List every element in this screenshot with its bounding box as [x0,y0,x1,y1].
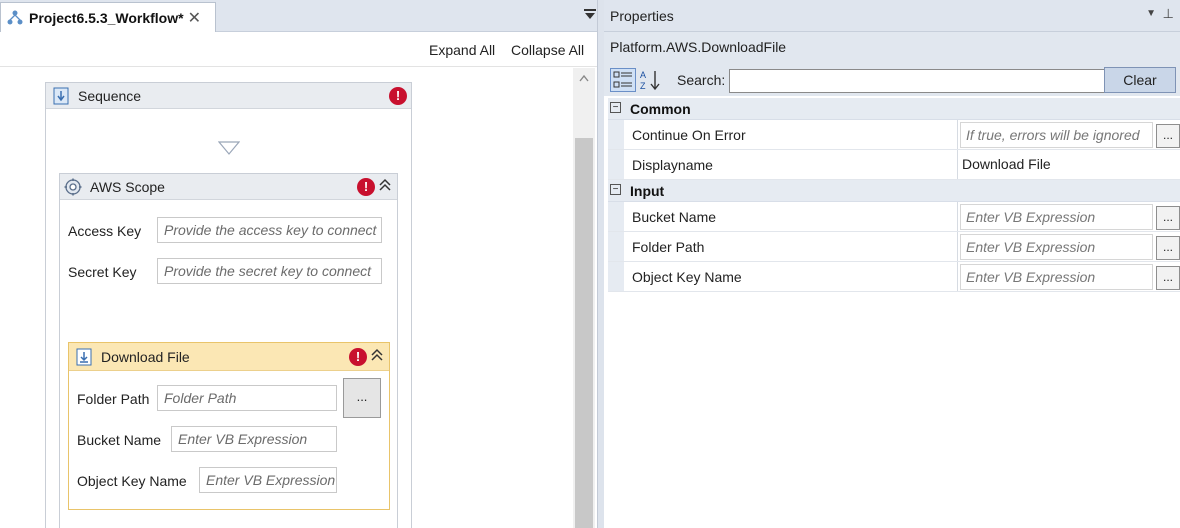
search-label: Search: [677,72,726,88]
property-row-displayname[interactable]: Displayname Download File [608,150,1180,180]
designer-toolbar: Expand All Collapse All [0,33,604,67]
property-row-folder-path[interactable]: Folder Path Enter VB Expression ... [608,232,1180,262]
pane-splitter[interactable] [597,0,604,528]
collapse-icon[interactable] [369,347,385,366]
tab-project-workflow[interactable]: Project6.5.3_Workflow* ✕ [0,2,216,32]
row-gutter [608,120,624,149]
column-divider[interactable] [957,262,958,291]
column-divider[interactable] [957,232,958,261]
access-key-label: Access Key [68,223,142,239]
column-divider[interactable] [957,120,958,149]
bucket-name-input[interactable]: Enter VB Expression [171,426,337,452]
error-icon[interactable]: ! [349,348,367,366]
category-label: Input [630,183,665,199]
tab-overflow-menu-icon[interactable] [584,8,596,20]
sequence-header[interactable]: Sequence ! [46,83,411,109]
alphabetical-sort-button[interactable]: A Z [638,68,664,92]
expression-editor-button[interactable]: ... [1156,124,1180,148]
selected-type-bar: Platform.AWS.DownloadFile [604,32,1180,64]
download-file-header[interactable]: Download File ! [69,343,389,371]
error-icon[interactable]: ! [389,87,407,105]
row-gutter [608,202,624,231]
collapse-category-icon[interactable]: − [610,102,621,113]
sequence-icon [53,87,69,104]
property-name: Displayname [632,157,713,173]
secret-key-label: Secret Key [68,264,137,280]
document-tabstrip: Project6.5.3_Workflow* ✕ [0,0,604,32]
panel-menu-icon[interactable]: ▼ [1146,8,1156,19]
search-input[interactable] [729,69,1105,93]
property-name: Folder Path [632,239,705,255]
drop-target-arrow-icon[interactable] [218,141,240,155]
property-row-bucket-name[interactable]: Bucket Name Enter VB Expression ... [608,202,1180,232]
column-divider[interactable] [957,150,958,179]
scroll-up-icon[interactable] [573,68,595,88]
svg-text:A: A [640,70,646,80]
object-key-name-label: Object Key Name [77,473,187,489]
workflow-designer: Project6.5.3_Workflow* ✕ Expand All Coll… [0,0,604,528]
folder-path-input[interactable]: Folder Path [157,385,337,411]
collapse-icon[interactable] [377,177,393,196]
clear-button[interactable]: Clear [1104,67,1176,93]
property-grid: − Common Continue On Error If true, erro… [608,98,1180,292]
aws-scope-activity[interactable]: AWS Scope ! Access Key Provide the acces… [59,173,398,528]
properties-search-bar: A Z Search: Clear [604,64,1180,96]
aws-scope-title: AWS Scope [90,178,165,195]
selected-activity-type: Platform.AWS.DownloadFile [610,39,787,55]
properties-title-bar: Properties ▼ ⊥ [604,0,1180,32]
category-input[interactable]: − Input [608,180,1180,202]
object-key-name-input[interactable]: Enter VB Expression [960,264,1153,290]
scrollbar-thumb[interactable] [575,138,593,528]
download-file-title: Download File [101,348,190,365]
row-gutter [608,150,624,179]
secret-key-input[interactable]: Provide the secret key to connect [157,258,382,284]
close-icon[interactable]: ✕ [188,8,201,28]
browse-folder-button[interactable]: ... [343,378,381,418]
properties-title: Properties [610,8,674,24]
property-row-continue-on-error[interactable]: Continue On Error If true, errors will b… [608,120,1180,150]
access-key-input[interactable]: Provide the access key to connect [157,217,382,243]
object-key-name-input[interactable]: Enter VB Expression [199,467,337,493]
expression-editor-button[interactable]: ... [1156,266,1180,290]
row-gutter [608,232,624,261]
category-label: Common [630,101,691,117]
bucket-name-label: Bucket Name [77,432,162,448]
property-row-object-key-name[interactable]: Object Key Name Enter VB Expression ... [608,262,1180,292]
collapse-all-button[interactable]: Collapse All [511,42,584,58]
categorized-view-button[interactable] [610,68,636,92]
aws-scope-header[interactable]: AWS Scope ! [60,174,397,200]
workflow-icon [7,10,23,24]
property-name: Continue On Error [632,127,746,143]
categorized-icon [613,71,632,88]
folder-path-input[interactable]: Enter VB Expression [960,234,1153,260]
folder-path-label: Folder Path [77,391,150,407]
tab-label: Project6.5.3_Workflow* [29,9,184,26]
pin-icon[interactable]: ⊥ [1163,6,1174,22]
properties-panel: Properties ▼ ⊥ Platform.AWS.DownloadFile… [604,0,1180,528]
download-file-activity[interactable]: Download File ! Folder Path Folder Path … [68,342,390,510]
category-common[interactable]: − Common [608,98,1180,120]
svg-text:Z: Z [640,81,646,91]
property-name: Object Key Name [632,269,742,285]
expression-editor-button[interactable]: ... [1156,206,1180,230]
column-divider[interactable] [957,202,958,231]
gear-icon [64,178,82,195]
download-icon [76,348,92,365]
continue-on-error-input[interactable]: If true, errors will be ignored [960,122,1153,148]
sequence-title: Sequence [78,87,142,104]
error-icon[interactable]: ! [357,178,375,196]
bucket-name-input[interactable]: Enter VB Expression [960,204,1153,230]
displayname-value[interactable]: Download File [962,156,1051,172]
expand-all-button[interactable]: Expand All [429,42,495,58]
expression-editor-button[interactable]: ... [1156,236,1180,260]
property-name: Bucket Name [632,209,717,225]
collapse-category-icon[interactable]: − [610,184,621,195]
sequence-activity[interactable]: Sequence ! AWS Scope ! Access Key Provid… [45,82,412,528]
designer-vertical-scrollbar[interactable] [573,68,595,528]
row-gutter [608,262,624,291]
sort-az-icon: A Z [640,70,660,91]
